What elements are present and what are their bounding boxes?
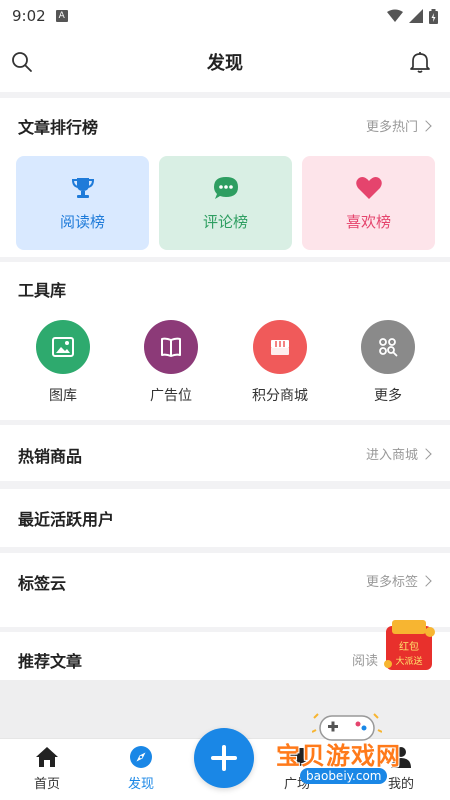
- notification-icon: A: [55, 10, 68, 22]
- app-header: 发现: [0, 32, 450, 92]
- recommended-more-label: 阅读: [351, 654, 378, 669]
- tab-home[interactable]: 首页: [12, 745, 82, 792]
- hot-goods-more-label: 进入商城: [365, 448, 418, 463]
- image-icon: [52, 337, 74, 357]
- hot-goods-title: 热销商品: [18, 447, 83, 466]
- recommended-more-link[interactable]: 阅读: [352, 650, 378, 669]
- hot-goods-more-link[interactable]: 进入商城: [365, 444, 432, 463]
- chat-bubble-icon: [213, 176, 238, 199]
- chevron-right-icon: [420, 119, 432, 132]
- plus-icon: [211, 745, 237, 771]
- add-post-button[interactable]: [194, 728, 254, 788]
- status-indicators: [387, 8, 438, 24]
- tag-cloud-card: 标签云 更多标签: [0, 553, 450, 627]
- tile-comment-label: 评论榜: [202, 212, 248, 231]
- tag-cloud-more-link[interactable]: 更多标签: [365, 571, 432, 590]
- svg-text:红包: 红包: [399, 640, 419, 653]
- tab-discover-label: 发现: [127, 777, 154, 792]
- chevron-right-icon: [420, 447, 432, 460]
- tile-like-label: 喜欢榜: [345, 212, 391, 231]
- tool-more-circle: [361, 320, 415, 374]
- hot-goods-card: 热销商品 进入商城: [0, 425, 450, 481]
- watermark-overlay: 宝贝游戏网 baobeiy.com: [270, 706, 450, 800]
- tool-points-mall[interactable]: 积分商城: [230, 320, 330, 405]
- tool-ad-slot[interactable]: 广告位: [121, 320, 221, 405]
- watermark-url: baobeiy.com: [300, 768, 388, 784]
- chevron-right-icon: [420, 574, 432, 587]
- status-time: 9:02: [12, 7, 46, 25]
- tool-more[interactable]: 更多: [338, 320, 438, 405]
- tool-gallery[interactable]: 图库: [13, 320, 113, 405]
- status-bar: 9:02 A: [0, 0, 450, 32]
- book-icon: [161, 337, 181, 357]
- heart-icon: [355, 176, 382, 199]
- tab-home-label: 首页: [33, 777, 60, 792]
- tile-read-label: 阅读榜: [59, 212, 105, 231]
- tag-cloud-title: 标签云: [18, 574, 67, 593]
- tool-gallery-circle: [36, 320, 90, 374]
- tools-card: 工具库 图库 广告位 积分商城 更多: [0, 262, 450, 420]
- bell-icon[interactable]: [408, 50, 432, 74]
- recommended-title: 推荐文章: [18, 652, 83, 671]
- search-icon[interactable]: [10, 50, 34, 74]
- tile-like-ranking[interactable]: 喜欢榜: [302, 156, 435, 250]
- tool-ad-slot-circle: [144, 320, 198, 374]
- svg-text:大派送: 大派送: [395, 655, 422, 667]
- tile-read-ranking[interactable]: 阅读榜: [16, 156, 149, 250]
- tile-comment-ranking[interactable]: 评论榜: [159, 156, 292, 250]
- tool-gallery-label: 图库: [49, 388, 77, 404]
- home-icon: [36, 747, 58, 767]
- page-title: 发现: [207, 53, 243, 74]
- tab-discover[interactable]: 发现: [106, 745, 176, 792]
- battery-icon: [429, 8, 438, 24]
- ranking-title: 文章排行榜: [18, 118, 99, 137]
- tool-points-mall-circle: [253, 320, 307, 374]
- tool-ad-slot-label: 广告位: [150, 388, 192, 404]
- active-users-title: 最近活跃用户: [18, 510, 115, 529]
- trophy-icon: [71, 177, 94, 198]
- red-envelope-badge[interactable]: 红包 大派送: [378, 620, 440, 676]
- tool-more-label: 更多: [374, 388, 402, 404]
- ranking-more-link[interactable]: 更多热门: [365, 116, 432, 135]
- wifi-icon: [387, 9, 403, 22]
- ranking-card: 文章排行榜 更多热门 阅读榜 评论榜 喜欢榜: [0, 98, 450, 257]
- compass-icon: [130, 746, 152, 768]
- watermark-text: 宝贝游戏网: [276, 742, 401, 770]
- tag-cloud-more-label: 更多标签: [365, 575, 418, 590]
- grid-search-icon: [379, 338, 398, 357]
- tool-points-mall-label: 积分商城: [252, 388, 308, 404]
- tools-title: 工具库: [18, 281, 67, 300]
- signal-icon: [409, 9, 423, 23]
- store-icon: [271, 340, 289, 355]
- active-users-card: 最近活跃用户: [0, 489, 450, 547]
- ranking-more-label: 更多热门: [365, 120, 418, 135]
